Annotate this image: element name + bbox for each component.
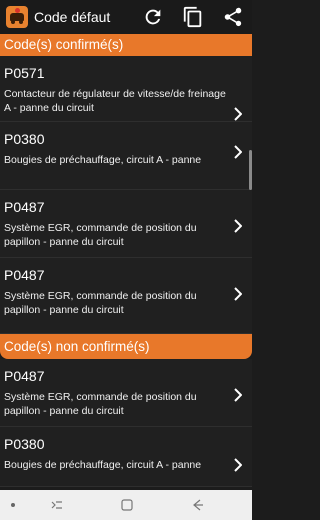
section-header-unconfirmed: Code(s) non confirmé(s) bbox=[0, 334, 252, 359]
dtc-list-item[interactable]: P0380 Bougies de préchauffage, circuit A… bbox=[0, 427, 252, 487]
dtc-description: Bougies de préchauffage, circuit A - pan… bbox=[4, 154, 202, 166]
app-bar: Code défaut bbox=[0, 0, 252, 34]
chevron-right-icon bbox=[234, 107, 242, 121]
copy-icon[interactable] bbox=[182, 6, 204, 28]
system-nav-bar bbox=[0, 490, 252, 520]
home-icon[interactable] bbox=[120, 498, 134, 512]
dtc-description: Système EGR, commande de position du pap… bbox=[4, 222, 197, 248]
dtc-list: Code(s) confirmé(s) P0571 Contacteur de … bbox=[0, 34, 252, 487]
dtc-description: Système EGR, commande de position du pap… bbox=[4, 290, 197, 316]
dtc-description: Contacteur de régulateur de vitesse/de f… bbox=[4, 88, 226, 114]
dtc-code: P0487 bbox=[4, 267, 45, 283]
car-engine-icon bbox=[6, 6, 28, 28]
dtc-list-item[interactable]: P0487 Système EGR, commande de position … bbox=[0, 258, 252, 334]
dtc-code: P0487 bbox=[4, 199, 45, 215]
page-title: Code défaut bbox=[34, 9, 111, 25]
dtc-description: Système EGR, commande de position du pap… bbox=[4, 391, 197, 417]
dot-icon[interactable] bbox=[6, 498, 20, 512]
dtc-list-item[interactable]: P0487 Système EGR, commande de position … bbox=[0, 190, 252, 258]
scrollbar[interactable] bbox=[249, 150, 252, 190]
recents-icon[interactable] bbox=[50, 498, 64, 512]
dtc-code: P0571 bbox=[4, 65, 45, 81]
chevron-right-icon bbox=[234, 287, 242, 301]
chevron-right-icon bbox=[234, 388, 242, 402]
dtc-list-item[interactable]: P0487 Système EGR, commande de position … bbox=[0, 359, 252, 427]
dtc-code: P0380 bbox=[4, 436, 45, 452]
refresh-icon[interactable] bbox=[142, 6, 164, 28]
back-icon[interactable] bbox=[190, 498, 204, 512]
dtc-list-item[interactable]: P0380 Bougies de préchauffage, circuit A… bbox=[0, 122, 252, 190]
share-icon[interactable] bbox=[222, 6, 244, 28]
section-header-confirmed: Code(s) confirmé(s) bbox=[0, 34, 252, 56]
chevron-right-icon bbox=[234, 145, 242, 159]
dtc-code: P0380 bbox=[4, 131, 45, 147]
chevron-right-icon bbox=[234, 458, 242, 472]
chevron-right-icon bbox=[234, 219, 242, 233]
dtc-list-item[interactable]: P0571 Contacteur de régulateur de vitess… bbox=[0, 56, 252, 122]
dtc-description: Bougies de préchauffage, circuit A - pan… bbox=[4, 459, 202, 471]
dtc-code: P0487 bbox=[4, 368, 45, 384]
